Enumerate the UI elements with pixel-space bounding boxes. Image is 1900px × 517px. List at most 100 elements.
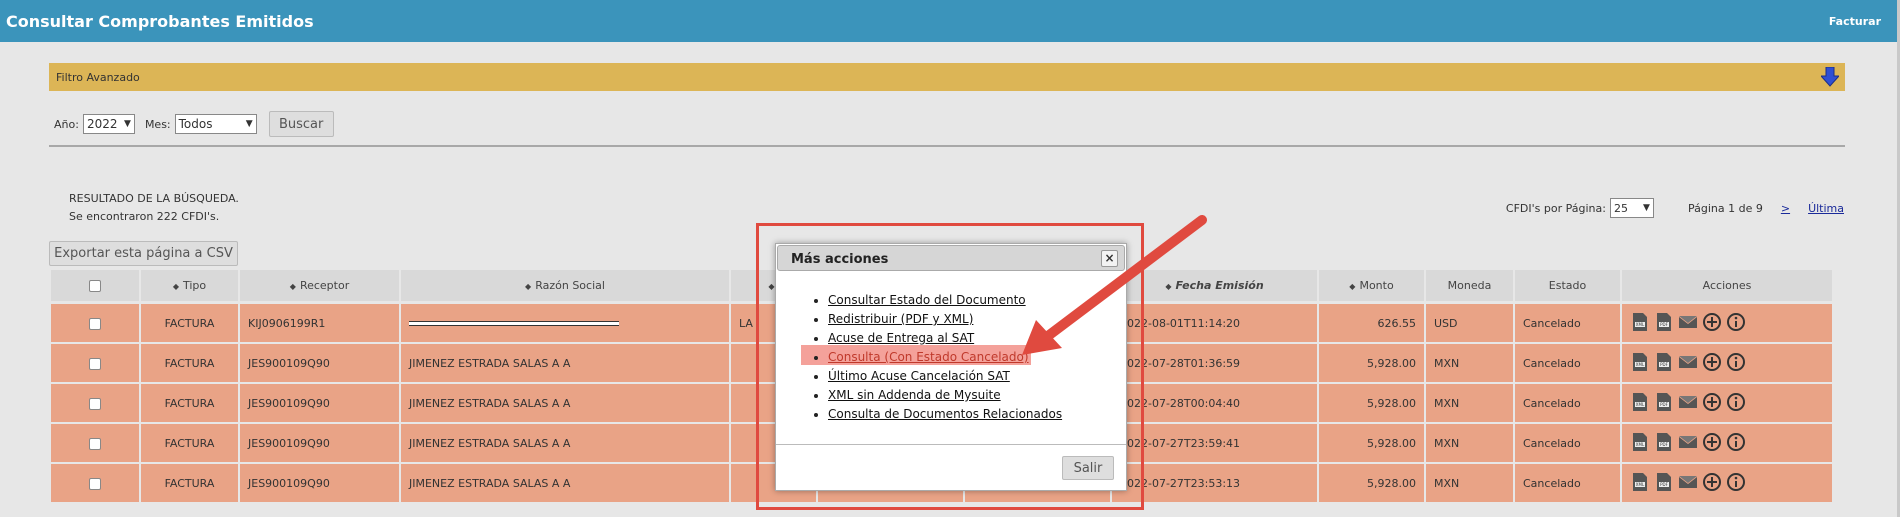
info-circle-icon[interactable] bbox=[1726, 392, 1746, 415]
divider bbox=[49, 145, 1845, 147]
row-select-cell[interactable] bbox=[51, 464, 139, 504]
cell-razon-social: JIMENEZ ESTRADA SALAS A A bbox=[401, 424, 729, 464]
row-checkbox[interactable] bbox=[89, 437, 101, 450]
row-checkbox[interactable] bbox=[89, 357, 101, 370]
xml-file-icon[interactable]: XML bbox=[1630, 432, 1650, 455]
cell-acciones: XML PDF bbox=[1622, 424, 1832, 464]
envelope-icon[interactable] bbox=[1678, 432, 1698, 455]
month-select-value: Todos bbox=[178, 117, 213, 131]
plus-circle-icon[interactable] bbox=[1702, 392, 1722, 415]
pdf-file-icon[interactable]: PDF bbox=[1654, 472, 1674, 495]
info-circle-icon[interactable] bbox=[1726, 432, 1746, 455]
year-select-value: 2022 bbox=[86, 117, 118, 131]
row-actions: XML PDF bbox=[1630, 312, 1824, 335]
consulta-cancelado-link[interactable]: Consulta (Con Estado Cancelado) bbox=[828, 350, 1029, 364]
cell-acciones: XML PDF bbox=[1622, 344, 1832, 384]
pager: CFDI's por Página: 25 ▼ Página 1 de 9 > … bbox=[1506, 198, 1844, 218]
plus-circle-icon[interactable] bbox=[1702, 472, 1722, 495]
export-csv-button[interactable]: Exportar esta página a CSV bbox=[49, 241, 238, 266]
month-select[interactable]: Todos ▼ bbox=[174, 114, 257, 134]
svg-text:PDF: PDF bbox=[1660, 362, 1668, 367]
plus-circle-icon[interactable] bbox=[1702, 312, 1722, 335]
pdf-file-icon[interactable]: PDF bbox=[1654, 312, 1674, 335]
xml-file-icon[interactable]: XML bbox=[1630, 312, 1650, 335]
pdf-file-icon[interactable]: PDF bbox=[1654, 392, 1674, 415]
header-moneda: Moneda bbox=[1426, 270, 1513, 304]
header-receptor[interactable]: ◆ Receptor bbox=[240, 270, 399, 304]
last-page-link[interactable]: Última bbox=[1808, 202, 1844, 215]
sort-icon: ◆ bbox=[1349, 282, 1356, 291]
xml-file-icon[interactable]: XML bbox=[1630, 472, 1650, 495]
row-checkbox[interactable] bbox=[89, 317, 101, 330]
cell-monto: 626.55 bbox=[1319, 304, 1424, 344]
cell-receptor: JES900109Q90 bbox=[240, 384, 399, 424]
pdf-file-icon[interactable]: PDF bbox=[1654, 352, 1674, 375]
plus-circle-icon[interactable] bbox=[1702, 432, 1722, 455]
result-count: Se encontraron 222 CFDI's. bbox=[69, 210, 220, 223]
plus-circle-icon[interactable] bbox=[1702, 352, 1722, 375]
cell-monto: 5,928.00 bbox=[1319, 424, 1424, 464]
chevron-down-icon: ▼ bbox=[245, 119, 253, 129]
info-circle-icon[interactable] bbox=[1726, 312, 1746, 335]
arrow-down-icon[interactable] bbox=[1821, 67, 1839, 87]
exit-button[interactable]: Salir bbox=[1062, 456, 1114, 480]
redistribuir-link[interactable]: Redistribuir (PDF y XML) bbox=[828, 312, 973, 326]
chevron-down-icon: ▼ bbox=[124, 119, 131, 129]
documentos-relacionados-link[interactable]: Consulta de Documentos Relacionados bbox=[828, 407, 1062, 421]
page-info: Página 1 de 9 bbox=[1687, 201, 1763, 215]
per-page-select[interactable]: 25 ▼ bbox=[1609, 198, 1654, 218]
svg-text:XML: XML bbox=[1636, 442, 1645, 447]
svg-text:XML: XML bbox=[1636, 322, 1645, 327]
cell-moneda: MXN bbox=[1426, 344, 1513, 384]
cell-moneda: MXN bbox=[1426, 424, 1513, 464]
advanced-filter-bar[interactable]: Filtro Avanzado bbox=[49, 63, 1845, 91]
next-page-link[interactable]: > bbox=[1781, 202, 1790, 215]
xml-sin-addenda-link[interactable]: XML sin Addenda de Mysuite bbox=[828, 388, 1001, 402]
per-page-value: 25 bbox=[1613, 201, 1628, 215]
xml-file-icon[interactable]: XML bbox=[1630, 352, 1650, 375]
envelope-icon[interactable] bbox=[1678, 392, 1698, 415]
result-heading: RESULTADO DE LA BÚSQUEDA. bbox=[69, 192, 239, 205]
header-razon-social[interactable]: ◆ Razón Social bbox=[401, 270, 729, 304]
row-actions: XML PDF bbox=[1630, 432, 1824, 455]
advanced-filter-label: Filtro Avanzado bbox=[56, 71, 140, 84]
row-checkbox[interactable] bbox=[89, 397, 101, 410]
cell-estado: Cancelado bbox=[1515, 384, 1620, 424]
consultar-estado-link[interactable]: Consultar Estado del Documento bbox=[828, 293, 1026, 307]
row-checkbox[interactable] bbox=[89, 477, 101, 490]
facturar-link[interactable]: Facturar bbox=[1829, 15, 1881, 28]
envelope-icon[interactable] bbox=[1678, 312, 1698, 335]
info-circle-icon[interactable] bbox=[1726, 472, 1746, 495]
row-select-cell[interactable] bbox=[51, 384, 139, 424]
cell-receptor: JES900109Q90 bbox=[240, 424, 399, 464]
row-select-cell[interactable] bbox=[51, 304, 139, 344]
row-select-cell[interactable] bbox=[51, 344, 139, 384]
ultimo-acuse-link[interactable]: Último Acuse Cancelación SAT bbox=[828, 369, 1010, 383]
envelope-icon[interactable] bbox=[1678, 352, 1698, 375]
select-all-checkbox[interactable] bbox=[89, 280, 101, 292]
cell-receptor: JES900109Q90 bbox=[240, 464, 399, 504]
envelope-icon[interactable] bbox=[1678, 472, 1698, 495]
row-actions: XML PDF bbox=[1630, 392, 1824, 415]
pdf-file-icon[interactable]: PDF bbox=[1654, 432, 1674, 455]
cell-tipo: FACTURA bbox=[141, 424, 238, 464]
cell-estado: Cancelado bbox=[1515, 464, 1620, 504]
year-select[interactable]: 2022 ▼ bbox=[82, 114, 135, 134]
header-monto[interactable]: ◆ Monto bbox=[1319, 270, 1424, 304]
acuse-entrega-link[interactable]: Acuse de Entrega al SAT bbox=[828, 331, 974, 345]
cell-razon-social bbox=[401, 304, 729, 344]
search-button[interactable]: Buscar bbox=[268, 111, 334, 137]
cell-moneda: MXN bbox=[1426, 464, 1513, 504]
sort-icon: ◆ bbox=[289, 282, 296, 291]
svg-text:PDF: PDF bbox=[1660, 322, 1668, 327]
row-select-cell[interactable] bbox=[51, 424, 139, 464]
info-circle-icon[interactable] bbox=[1726, 352, 1746, 375]
row-actions: XML PDF bbox=[1630, 352, 1824, 375]
cell-monto: 5,928.00 bbox=[1319, 464, 1424, 504]
filter-row: Año: 2022 ▼ Mes: Todos ▼ Buscar bbox=[54, 111, 334, 137]
xml-file-icon[interactable]: XML bbox=[1630, 392, 1650, 415]
svg-text:PDF: PDF bbox=[1660, 402, 1668, 407]
svg-text:PDF: PDF bbox=[1660, 482, 1668, 487]
header-tipo[interactable]: ◆ Tipo bbox=[141, 270, 238, 304]
header-estado: Estado bbox=[1515, 270, 1620, 304]
